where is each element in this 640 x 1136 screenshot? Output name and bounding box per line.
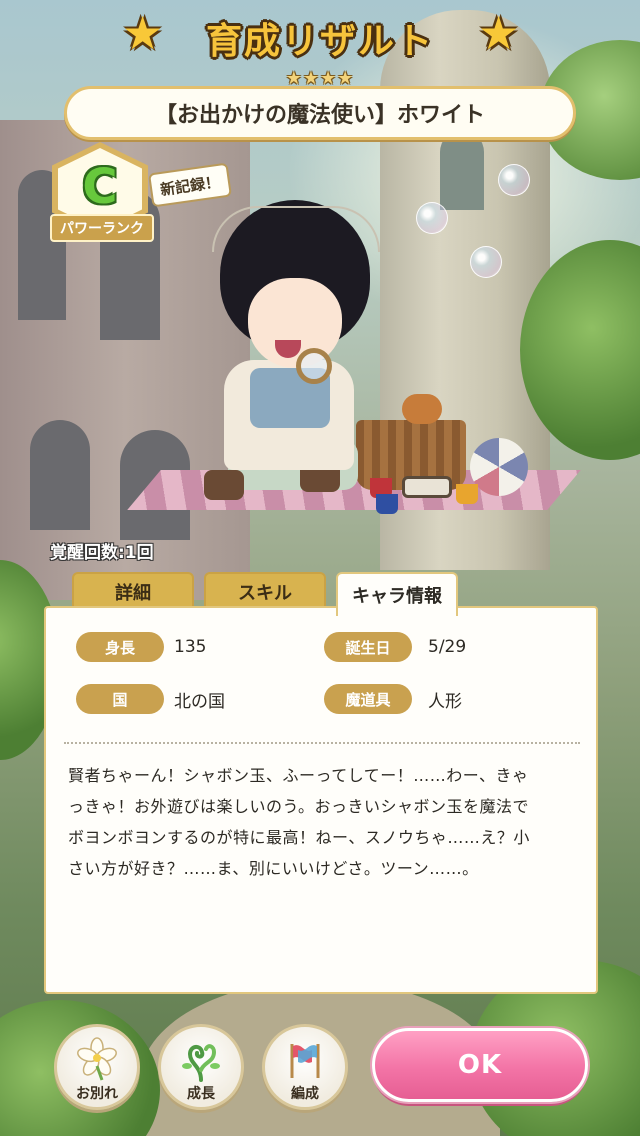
power-rank-badge: C パワーランク	[50, 142, 154, 248]
country-label: 国	[76, 684, 164, 714]
magic-tool-value: 人形	[428, 691, 462, 712]
farewell-button[interactable]: お別れ	[54, 1024, 140, 1110]
growth-label: 成長	[187, 1086, 215, 1102]
ruin-arch	[30, 420, 90, 530]
character-illustration	[127, 200, 581, 530]
rank-letter: C	[82, 159, 118, 215]
height-label: 身長	[76, 632, 164, 662]
character-veil	[212, 206, 380, 252]
flags-icon	[265, 1035, 345, 1083]
profile-line: 賢者ちゃーん！シャボン玉、ふーってしてー！……わー、きゃ	[68, 766, 529, 785]
tab-character-info[interactable]: キャラ情報	[336, 572, 458, 616]
card-name-bar: 【お出かけの魔法使い】ホワイト	[64, 86, 576, 140]
growth-button[interactable]: 成長	[158, 1024, 244, 1110]
new-record-text: 新記録！	[159, 172, 222, 199]
country-value: 北の国	[174, 691, 225, 712]
divider	[64, 742, 580, 744]
formation-button[interactable]: 編成	[262, 1024, 348, 1110]
farewell-label: お別れ	[76, 1086, 118, 1102]
character-info-panel: 身長 135 誕生日 5/29 国 北の国 魔道具 人形 賢者ちゃーん！シャボン…	[44, 606, 598, 994]
awakening-count: 覚醒回数:1回	[50, 543, 154, 563]
magic-tool-label: 魔道具	[324, 684, 412, 714]
beach-ball	[470, 438, 528, 496]
ok-button[interactable]: OK	[372, 1028, 588, 1102]
magnifying-glass	[296, 348, 332, 384]
birthday-label: 誕生日	[324, 632, 412, 662]
profile-line: さい方が好き？……ま、別にいいけどさ。ツーン……。	[68, 859, 479, 878]
tray	[402, 476, 452, 498]
profile-text: 賢者ちゃーん！シャボン玉、ふーってしてー！……わー、きゃ っきゃ！お外遊びは楽し…	[68, 760, 580, 884]
vine-icon	[161, 1035, 241, 1083]
soap-bubble	[498, 164, 530, 196]
header: 育成リザルト	[0, 8, 640, 68]
page-title: 育成リザルト	[205, 21, 434, 62]
cup	[376, 494, 398, 514]
formation-label: 編成	[291, 1086, 319, 1102]
profile-line: ボヨンボヨンするのが特に最高！ねー、スノウちゃ……え？小	[68, 828, 530, 847]
cup	[456, 484, 478, 504]
birthday-value: 5/29	[428, 637, 467, 657]
flower-icon	[57, 1035, 137, 1083]
bread	[402, 394, 442, 424]
height-value: 135	[174, 637, 207, 657]
card-name: 【お出かけの魔法使い】ホワイト	[154, 103, 485, 128]
character-boot	[204, 470, 244, 500]
rank-label: パワーランク	[50, 214, 154, 242]
profile-line: っきゃ！お外遊びは楽しいのう。おっきいシャボン玉を魔法で	[68, 797, 530, 816]
